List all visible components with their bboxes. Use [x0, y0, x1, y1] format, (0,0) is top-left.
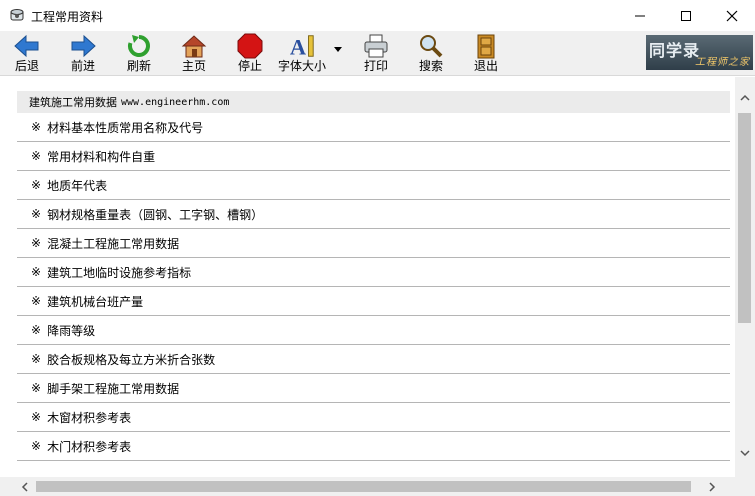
item-list: 建筑施工常用数据 www.engineerhm.com ※ 材料基本性质常用名称及… — [17, 91, 730, 461]
vertical-scroll-thumb[interactable] — [738, 113, 751, 323]
list-item-label[interactable]: 胶合板规格及每立方米折合张数 — [47, 351, 215, 368]
bullet-mark: ※ — [31, 294, 42, 308]
back-arrow-icon — [13, 33, 41, 59]
list-item-label[interactable]: 木窗材积参考表 — [47, 409, 131, 426]
font-size-dropdown-arrow-icon[interactable] — [334, 47, 342, 52]
list-item-label[interactable]: 脚手架工程施工常用数据 — [47, 380, 179, 397]
refresh-icon — [125, 33, 153, 59]
chevron-left-icon — [21, 481, 28, 492]
app-icon — [9, 7, 25, 23]
forward-label: 前进 — [70, 59, 95, 73]
font-size-button[interactable]: A 字体大小 — [278, 33, 326, 75]
list-header: 建筑施工常用数据 www.engineerhm.com — [17, 91, 730, 113]
stop-label: 停止 — [237, 59, 262, 73]
list-item[interactable]: ※ 脚手架工程施工常用数据 — [17, 374, 730, 403]
exit-button[interactable]: 退出 — [472, 33, 500, 75]
home-label: 主页 — [181, 59, 206, 73]
list-item[interactable]: ※ 降雨等级 — [17, 316, 730, 345]
bullet-mark: ※ — [31, 352, 42, 366]
list-item-label[interactable]: 钢材规格重量表（圆钢、工字钢、槽钢） — [47, 206, 263, 223]
list-item[interactable]: ※ 钢材规格重量表（圆钢、工字钢、槽钢） — [17, 200, 730, 229]
toolbar: 后退 前进 刷新 主页 停止 A 字体大小 打印 搜索 退出 — [0, 31, 755, 76]
list-item[interactable]: ※ 地质年代表 — [17, 171, 730, 200]
maximize-button[interactable] — [663, 0, 709, 31]
list-item-label[interactable]: 常用材料和构件自重 — [47, 148, 155, 165]
stop-button[interactable]: 停止 — [236, 33, 264, 75]
magnifier-icon — [417, 33, 445, 59]
back-button[interactable]: 后退 — [13, 33, 41, 75]
logo-subtitle: 工程师之家 — [695, 57, 750, 68]
horizontal-scrollbar[interactable] — [0, 477, 735, 496]
print-button[interactable]: 打印 — [362, 33, 390, 75]
bullet-mark: ※ — [31, 236, 42, 250]
maximize-icon — [681, 10, 691, 21]
scroll-left-button[interactable] — [14, 478, 34, 495]
bullet-mark: ※ — [31, 149, 42, 163]
back-label: 后退 — [14, 59, 39, 73]
refresh-label: 刷新 — [126, 59, 151, 73]
exit-door-icon — [472, 33, 500, 59]
vertical-scrollbar[interactable] — [735, 77, 755, 477]
list-item[interactable]: ※ 木门材积参考表 — [17, 432, 730, 461]
list-item-label[interactable]: 降雨等级 — [47, 322, 95, 339]
window-title: 工程常用资料 — [31, 10, 104, 24]
search-button[interactable]: 搜索 — [417, 33, 445, 75]
list-item[interactable]: ※ 常用材料和构件自重 — [17, 142, 730, 171]
scroll-up-button[interactable] — [735, 89, 755, 106]
list-item-label[interactable]: 混凝土工程施工常用数据 — [47, 235, 179, 252]
rows-container: ※ 材料基本性质常用名称及代号 ※ 常用材料和构件自重 ※ 地质年代表 ※ 钢材规格重量表（圆… — [17, 113, 730, 461]
print-label: 打印 — [363, 59, 388, 73]
logo: 同学录 工程师之家 — [646, 35, 753, 70]
list-item-label[interactable]: 地质年代表 — [47, 177, 107, 194]
printer-icon — [362, 33, 390, 59]
list-header-url: www.engineerhm.com — [121, 96, 230, 108]
scroll-right-button[interactable] — [702, 478, 722, 495]
bullet-mark: ※ — [31, 207, 42, 221]
list-item-label[interactable]: 建筑工地临时设施参考指标 — [47, 264, 191, 281]
scrollbar-corner — [735, 477, 755, 496]
chevron-up-icon — [740, 94, 750, 101]
title-bar: 工程常用资料 — [0, 0, 755, 31]
home-button[interactable]: 主页 — [180, 33, 208, 75]
list-item[interactable]: ※ 混凝土工程施工常用数据 — [17, 229, 730, 258]
bullet-mark: ※ — [31, 381, 42, 395]
scroll-down-button[interactable] — [735, 445, 755, 462]
close-icon — [726, 10, 738, 21]
minimize-icon — [635, 15, 645, 16]
list-item[interactable]: ※ 胶合板规格及每立方米折合张数 — [17, 345, 730, 374]
bullet-mark: ※ — [31, 120, 42, 134]
logo-title: 同学录 — [649, 41, 701, 60]
list-item-label[interactable]: 木门材积参考表 — [47, 438, 131, 455]
bullet-mark: ※ — [31, 265, 42, 279]
list-item-label[interactable]: 建筑机械台班产量 — [47, 293, 143, 310]
forward-button[interactable]: 前进 — [69, 33, 97, 75]
list-item[interactable]: ※ 建筑机械台班产量 — [17, 287, 730, 316]
font-size-label: 字体大小 — [278, 59, 327, 73]
list-header-title: 建筑施工常用数据 — [29, 96, 117, 109]
list-item[interactable]: ※ 材料基本性质常用名称及代号 — [17, 113, 730, 142]
bullet-mark: ※ — [31, 410, 42, 424]
chevron-right-icon — [708, 481, 715, 492]
exit-label: 退出 — [473, 59, 498, 73]
bullet-mark: ※ — [31, 178, 42, 192]
list-item[interactable]: ※ 建筑工地临时设施参考指标 — [17, 258, 730, 287]
bullet-mark: ※ — [31, 323, 42, 337]
svg-text:A: A — [290, 34, 306, 59]
horizontal-scroll-thumb[interactable] — [36, 481, 691, 492]
refresh-button[interactable]: 刷新 — [125, 33, 153, 75]
forward-arrow-icon — [69, 33, 97, 59]
minimize-button[interactable] — [617, 0, 663, 31]
search-label: 搜索 — [418, 59, 443, 73]
chevron-down-icon — [740, 450, 750, 457]
list-item[interactable]: ※ 木窗材积参考表 — [17, 403, 730, 432]
stop-icon — [236, 33, 264, 59]
bullet-mark: ※ — [31, 439, 42, 453]
home-icon — [180, 33, 208, 59]
font-size-icon: A — [288, 33, 316, 59]
close-button[interactable] — [709, 0, 755, 31]
list-item-label[interactable]: 材料基本性质常用名称及代号 — [47, 119, 203, 136]
content-pane: 建筑施工常用数据 www.engineerhm.com ※ 材料基本性质常用名称及… — [0, 77, 755, 496]
